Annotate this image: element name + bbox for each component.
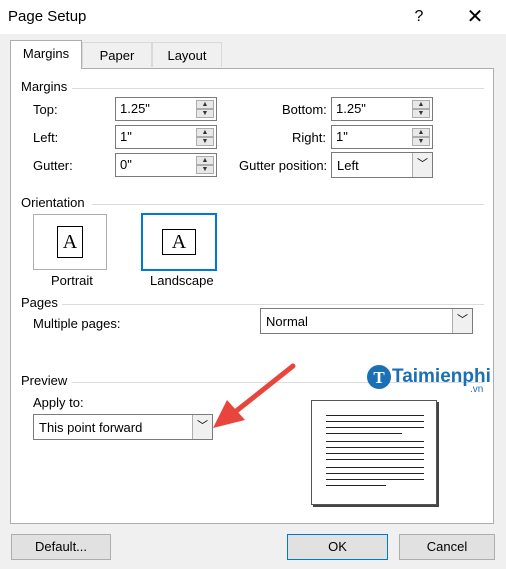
preview-section-label: Preview [21, 373, 68, 388]
spin-up-icon[interactable]: ▲ [196, 100, 214, 109]
cancel-button[interactable]: Cancel [399, 534, 495, 560]
ok-button-label: OK [328, 539, 347, 554]
apply-to-label: Apply to: [33, 395, 84, 410]
landscape-page-icon: A [162, 229, 196, 255]
spin-down-icon[interactable]: ▼ [196, 137, 214, 146]
margins-section-label: Margins [21, 79, 68, 94]
portrait-page-icon: A [57, 226, 83, 258]
multiple-pages-value: Normal [266, 314, 308, 329]
gutter-position-value: Left [337, 158, 359, 173]
preview-text-line [326, 433, 402, 434]
portrait-label: Portrait [51, 273, 93, 288]
preview-text-line [326, 453, 424, 454]
top-margin-spinner[interactable]: 1.25" ▲ ▼ [115, 97, 217, 121]
landscape-label: Landscape [150, 273, 214, 288]
spin-up-icon[interactable]: ▲ [412, 128, 430, 137]
top-margin-label: Top: [33, 102, 58, 117]
right-margin-value: 1" [336, 129, 348, 144]
left-margin-label: Left: [33, 130, 59, 145]
chevron-down-icon[interactable]: ﹀ [452, 309, 472, 333]
bottom-margin-spinner[interactable]: 1.25" ▲ ▼ [331, 97, 433, 121]
title-bar: Page Setup ? ✕ [0, 0, 506, 34]
spin-up-icon[interactable]: ▲ [412, 100, 430, 109]
gutter-spinner[interactable]: 0" ▲ ▼ [115, 153, 217, 177]
default-button[interactable]: Default... [11, 534, 111, 560]
spin-down-icon[interactable]: ▼ [412, 109, 430, 118]
multiple-pages-label: Multiple pages: [33, 316, 121, 331]
bottom-margin-label: Bottom: [282, 102, 327, 117]
gutter-position-label: Gutter position: [239, 158, 328, 173]
landscape-option[interactable]: A [141, 213, 217, 271]
orientation-section-label: Orientation [21, 195, 85, 210]
preview-text-line [326, 473, 424, 474]
tab-paper[interactable]: Paper [82, 42, 152, 67]
section-divider [72, 88, 484, 89]
preview-text-line [326, 467, 424, 468]
portrait-option[interactable]: A [33, 214, 107, 270]
preview-text-line [326, 459, 424, 460]
chevron-down-icon[interactable]: ﹀ [412, 153, 432, 177]
ok-button[interactable]: OK [287, 534, 388, 560]
preview-text-line [326, 479, 424, 480]
preview-page-thumbnail [311, 400, 437, 505]
gutter-position-select[interactable]: Left ﹀ [331, 152, 433, 178]
preview-text-line [326, 441, 424, 442]
left-margin-value: 1" [120, 129, 132, 144]
help-button[interactable]: ? [404, 3, 434, 31]
section-divider [92, 204, 484, 205]
logo-suffix: .vn [470, 384, 484, 395]
gutter-value: 0" [120, 157, 132, 172]
preview-text-line [326, 421, 424, 422]
spin-down-icon[interactable]: ▼ [412, 137, 430, 146]
logo-icon: T [367, 365, 391, 389]
default-button-label: Default... [34, 539, 88, 554]
pages-section-label: Pages [21, 295, 58, 310]
right-margin-spinner[interactable]: 1" ▲ ▼ [331, 125, 433, 149]
preview-text-line [326, 415, 424, 416]
spin-up-icon[interactable]: ▲ [196, 128, 214, 137]
top-margin-value: 1.25" [120, 101, 150, 116]
right-margin-label: Right: [292, 130, 326, 145]
section-divider [62, 304, 484, 305]
spin-down-icon[interactable]: ▼ [196, 165, 214, 174]
preview-text-line [326, 447, 424, 448]
apply-to-value: This point forward [39, 420, 143, 435]
spin-up-icon[interactable]: ▲ [196, 156, 214, 165]
close-button[interactable]: ✕ [458, 3, 492, 31]
svg-text:T: T [373, 368, 385, 387]
multiple-pages-select[interactable]: Normal ﹀ [260, 308, 473, 334]
tab-layout[interactable]: Layout [152, 42, 222, 67]
bottom-margin-value: 1.25" [336, 101, 366, 116]
cancel-button-label: Cancel [426, 539, 468, 554]
taimienphi-logo: T Taimienphi .vn [366, 362, 496, 396]
window-title: Page Setup [8, 8, 87, 25]
tab-margins[interactable]: Margins [10, 40, 82, 69]
preview-text-line [326, 485, 386, 486]
gutter-label: Gutter: [33, 158, 73, 173]
apply-to-select[interactable]: This point forward ﹀ [33, 414, 213, 440]
preview-text-line [326, 427, 424, 428]
left-margin-spinner[interactable]: 1" ▲ ▼ [115, 125, 217, 149]
spin-down-icon[interactable]: ▼ [196, 109, 214, 118]
annotation-arrow-icon [213, 363, 296, 428]
